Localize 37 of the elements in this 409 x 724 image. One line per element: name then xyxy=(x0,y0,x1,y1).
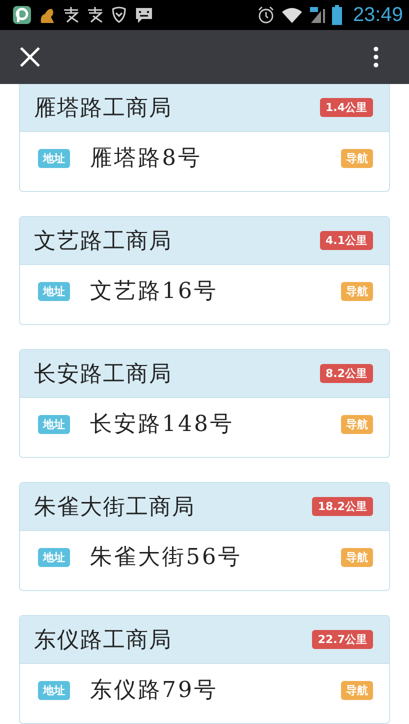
pay-icon xyxy=(86,5,104,25)
office-name: 长安路工商局 xyxy=(34,360,172,388)
address-text: 雁塔路8号 xyxy=(90,145,203,173)
office-name: 东仪路工商局 xyxy=(34,626,172,654)
distance-badge: 1.4公里 xyxy=(320,98,373,117)
distance-badge: 22.7公里 xyxy=(312,630,373,649)
office-name: 朱雀大街工商局 xyxy=(34,494,195,522)
app-icon xyxy=(12,5,32,25)
more-menu-icon[interactable] xyxy=(373,46,379,68)
address-text: 文艺路16号 xyxy=(90,278,219,306)
signal-icon xyxy=(308,5,325,25)
distance-badge: 4.1公里 xyxy=(320,231,373,250)
location-card[interactable]: 雁塔路工商局 1.4公里 地址 雁塔路8号 导航 xyxy=(19,84,390,192)
address-label: 地址 xyxy=(38,148,70,168)
address-text: 东仪路79号 xyxy=(90,677,219,705)
address-label: 地址 xyxy=(38,548,70,566)
location-card[interactable]: 文艺路工商局 4.1公里 地址 文艺路16号 导航 xyxy=(19,216,390,325)
location-card[interactable]: 朱雀大街工商局 18.2公里 地址 朱雀大街56号 导航 xyxy=(19,482,390,591)
alarm-icon xyxy=(256,5,275,25)
address-label: 地址 xyxy=(38,414,70,434)
office-name: 文艺路工商局 xyxy=(34,228,172,256)
address-text: 长安路148号 xyxy=(90,411,235,439)
address-label: 地址 xyxy=(38,680,70,700)
clock-time: 23:49 xyxy=(352,4,403,26)
address-text: 朱雀大街56号 xyxy=(90,544,243,572)
location-card[interactable]: 长安路工商局 8.2公里 地址 长安路148号 导航 xyxy=(19,349,390,458)
shield-icon xyxy=(110,5,128,25)
distance-badge: 8.2公里 xyxy=(320,364,373,383)
close-icon[interactable] xyxy=(19,46,41,68)
location-card[interactable]: 东仪路工商局 22.7公里 地址 东仪路79号 导航 xyxy=(19,615,390,724)
message-icon xyxy=(134,5,154,25)
pay-icon xyxy=(62,5,80,25)
wifi-icon xyxy=(280,5,303,25)
battery-icon xyxy=(330,4,343,26)
address-label: 地址 xyxy=(38,282,70,300)
distance-badge: 18.2公里 xyxy=(312,497,373,516)
office-name: 雁塔路工商局 xyxy=(34,94,172,122)
